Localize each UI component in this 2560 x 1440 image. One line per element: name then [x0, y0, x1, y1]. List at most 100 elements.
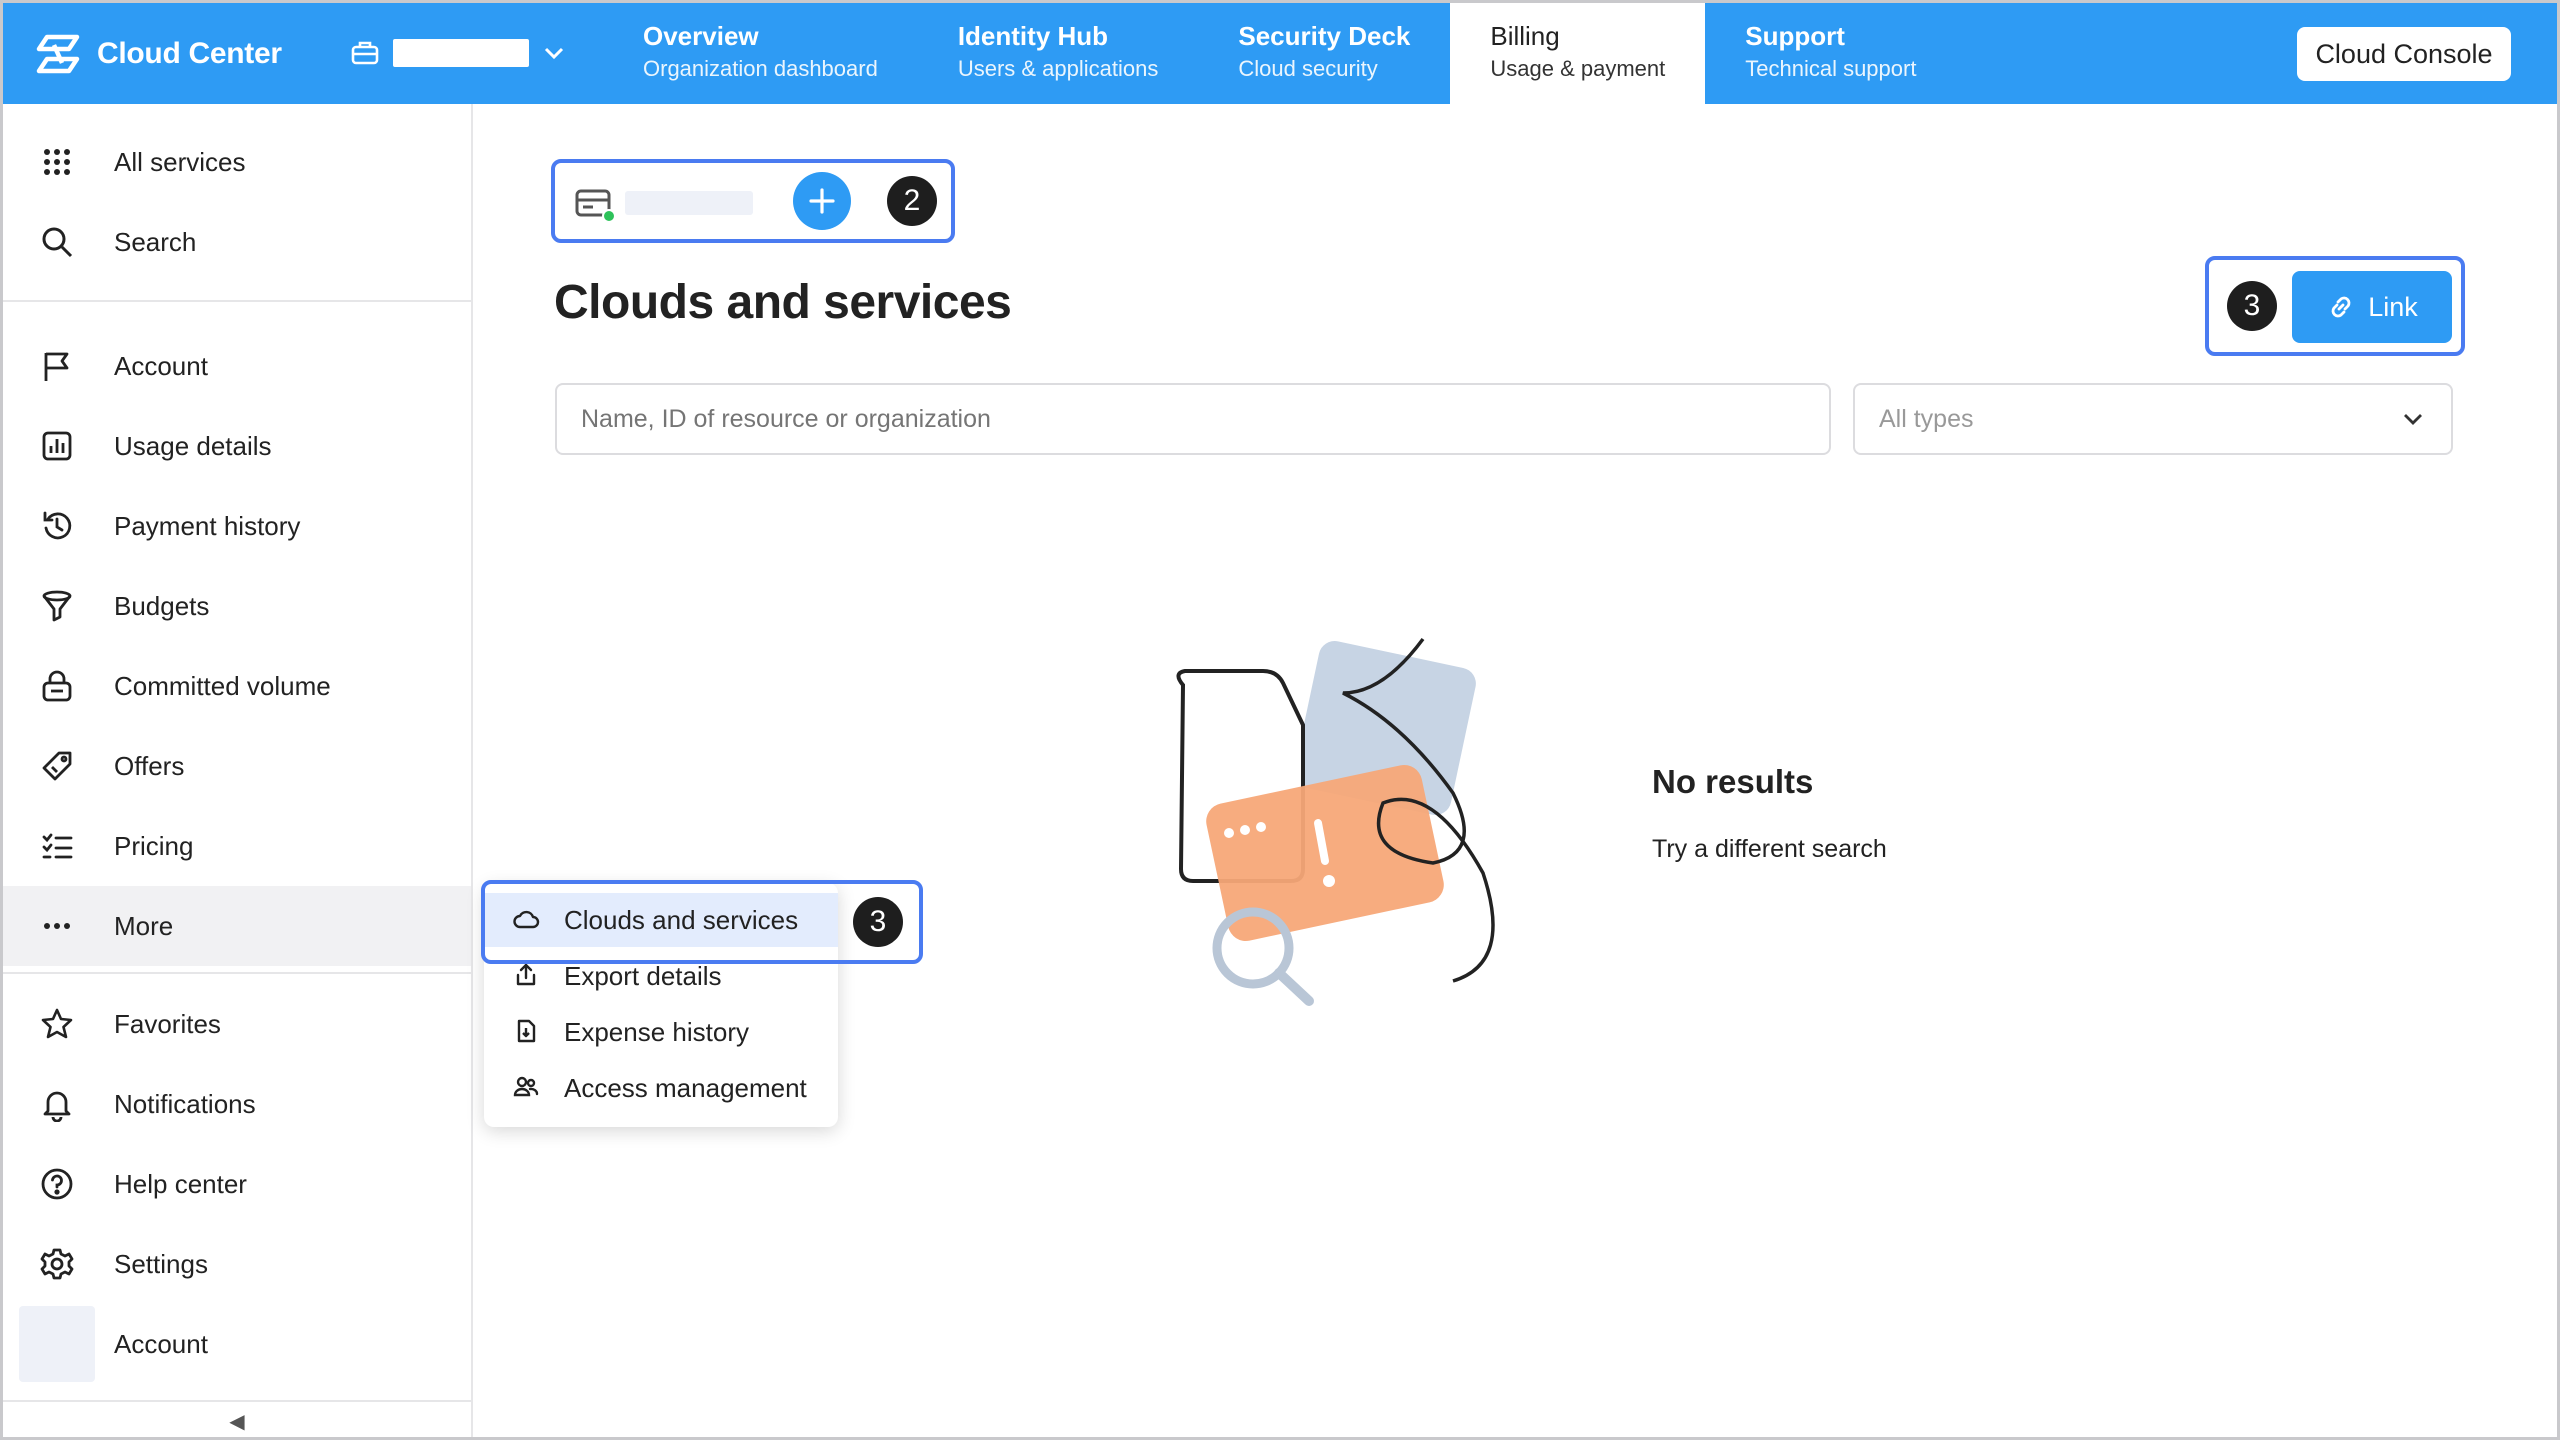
top-header: Cloud Center Overview Organization dashb… [3, 3, 2557, 104]
collapse-arrow-icon: ◀ [229, 1410, 245, 1433]
sidebar-item-budgets[interactable]: Budgets [3, 566, 471, 646]
funnel-icon [37, 586, 77, 626]
sidebar-item-label: More [114, 910, 174, 941]
sidebar-divider [3, 300, 471, 302]
sidebar-item-label: Account [114, 350, 208, 381]
briefcase-icon [351, 41, 379, 65]
sidebar-item-committed-volume[interactable]: Committed volume [3, 646, 471, 726]
tab-title: Support [1745, 21, 1845, 51]
resource-search-box[interactable] [555, 383, 1831, 455]
tab-subtitle: Users & applications [957, 56, 1159, 81]
empty-state-subtitle: Try a different search [1652, 835, 1887, 863]
step-badge: 3 [2227, 281, 2277, 331]
star-icon [37, 1004, 77, 1044]
sidebar-item-pricing[interactable]: Pricing [3, 806, 471, 886]
tab-subtitle: Cloud security [1238, 56, 1378, 81]
sidebar-item-all-services[interactable]: All services [3, 122, 471, 202]
sidebar-item-user-account[interactable]: Account [3, 1304, 471, 1384]
sidebar-item-payment-history[interactable]: Payment history [3, 486, 471, 566]
add-billing-account-button[interactable] [793, 172, 851, 230]
bell-icon [37, 1084, 77, 1124]
type-filter-select[interactable]: All types [1853, 383, 2453, 455]
link-icon [2331, 296, 2351, 318]
list-icon [37, 826, 77, 866]
sidebar-item-label: Help center [114, 1168, 247, 1199]
users-icon [512, 1073, 542, 1103]
brand-name: Cloud Center [97, 37, 282, 70]
menu-item-label: Access management [564, 1072, 807, 1103]
help-icon [37, 1164, 77, 1204]
wallet-card-icon[interactable] [575, 187, 615, 223]
sidebar-item-label: Pricing [114, 830, 194, 861]
plus-icon [809, 188, 835, 214]
cloud-center-logo-icon [36, 34, 80, 74]
sidebar-item-account[interactable]: Account [3, 326, 471, 406]
empty-state-title: No results [1652, 763, 1814, 800]
sidebar-item-help-center[interactable]: Help center [3, 1144, 471, 1224]
gear-icon [37, 1244, 77, 1284]
sidebar-item-label: Committed volume [114, 670, 331, 701]
organization-name-placeholder [393, 39, 529, 67]
sidebar-item-more[interactable]: More [3, 886, 471, 966]
sidebar-item-label: Budgets [114, 590, 210, 621]
sidebar-item-label: Payment history [114, 510, 301, 541]
more-icon [37, 906, 77, 946]
sidebar-item-label: Usage details [114, 430, 272, 461]
tab-title: Security Deck [1238, 21, 1411, 51]
tab-subtitle: Organization dashboard [643, 56, 878, 81]
sidebar-item-favorites[interactable]: Favorites [3, 984, 471, 1064]
tab-support[interactable]: Support Technical support [1705, 3, 1956, 104]
grid-icon [37, 142, 77, 182]
type-filter-value: All types [1879, 404, 1974, 433]
collapse-sidebar-button[interactable]: ◀ [3, 1400, 471, 1437]
link-button-label: Link [2368, 291, 2418, 322]
tab-overview[interactable]: Overview Organization dashboard [603, 3, 918, 104]
tab-identity-hub[interactable]: Identity Hub Users & applications [918, 3, 1199, 104]
billing-account-name-placeholder[interactable] [625, 191, 753, 215]
menu-item-label: Expense history [564, 1016, 749, 1047]
search-input[interactable] [581, 404, 1805, 434]
sidebar-item-settings[interactable]: Settings [3, 1224, 471, 1304]
tab-title: Billing [1490, 21, 1560, 51]
menu-item-expense-history[interactable]: Expense history [484, 1005, 838, 1059]
cloud-console-button[interactable]: Cloud Console [2297, 27, 2511, 81]
tab-security-deck[interactable]: Security Deck Cloud security [1198, 3, 1450, 104]
export-icon [512, 961, 542, 991]
tab-subtitle: Usage & payment [1490, 56, 1666, 81]
tab-subtitle: Technical support [1745, 56, 1917, 81]
empty-state-illustration [1176, 637, 1495, 1006]
sidebar-item-search[interactable]: Search [3, 202, 471, 282]
flag-icon [37, 346, 77, 386]
sidebar: All services Search Account Usage detail… [3, 104, 473, 1437]
lock-icon [37, 666, 77, 706]
tab-billing[interactable]: Billing Usage & payment [1450, 3, 1706, 104]
tab-title: Identity Hub [957, 21, 1109, 51]
sidebar-item-label: All services [114, 146, 246, 177]
sidebar-item-label: Search [114, 226, 197, 257]
page-title: Clouds and services [554, 276, 1012, 329]
sidebar-item-label: Notifications [114, 1088, 256, 1119]
chevron-down-icon [2404, 414, 2422, 425]
sidebar-item-usage-details[interactable]: Usage details [3, 406, 471, 486]
step-badge: 2 [887, 176, 937, 226]
search-icon [37, 222, 77, 262]
brand[interactable]: Cloud Center [33, 29, 282, 79]
link-button[interactable]: Link [2292, 271, 2452, 343]
tab-title: Overview [643, 21, 759, 51]
chevron-down-icon [544, 47, 564, 60]
sidebar-item-label: Favorites [114, 1008, 221, 1039]
sidebar-divider [3, 972, 471, 974]
history-icon [37, 506, 77, 546]
app-window: Cloud Center Overview Organization dashb… [0, 0, 2560, 1440]
sidebar-item-label: Account [114, 1328, 208, 1359]
organization-selector[interactable] [349, 37, 567, 69]
sidebar-item-label: Offers [114, 750, 185, 781]
step-badge: 3 [853, 897, 903, 947]
tag-icon [37, 746, 77, 786]
sidebar-item-offers[interactable]: Offers [3, 726, 471, 806]
chart-icon [37, 426, 77, 466]
menu-item-access-management[interactable]: Access management [484, 1061, 838, 1115]
sidebar-item-label: Settings [114, 1248, 208, 1279]
sidebar-item-notifications[interactable]: Notifications [3, 1064, 471, 1144]
menu-item-label: Export details [564, 960, 722, 991]
